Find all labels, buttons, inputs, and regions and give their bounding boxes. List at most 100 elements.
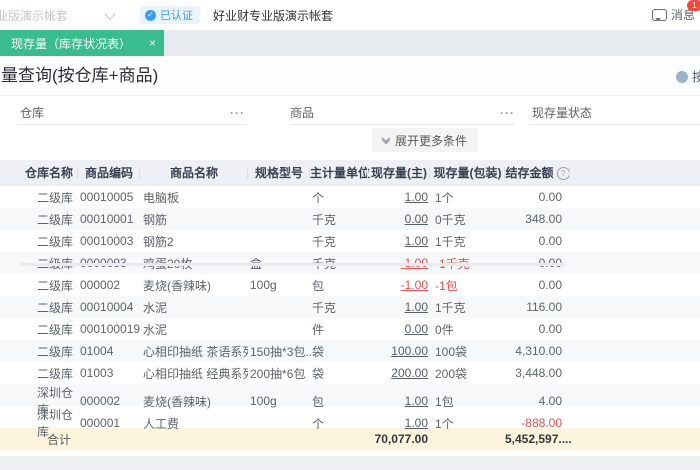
cell-warehouse-name: 二级库 — [37, 190, 74, 205]
table-row[interactable]: 二级库 000002 麦烧(香辣味) 100g 包 -1.00 -1包 0.00 — [0, 274, 700, 296]
cell-product-code: 00010001 — [80, 212, 134, 226]
cell-qty-main-link[interactable]: 1.00 — [368, 300, 430, 314]
cell-balance-amount: 0.00 — [538, 234, 562, 248]
expand-more-label: 展开更多条件 — [395, 133, 468, 148]
cell-warehouse-name: 二级库 — [37, 278, 74, 293]
cell-main-unit: 个 — [312, 190, 325, 205]
cell-qty-main-link[interactable]: 0.00 — [368, 322, 430, 336]
cell-product-code: 01004 — [80, 344, 114, 358]
cell-balance-amount: -888.00 — [521, 416, 562, 430]
cell-qty-main-link[interactable]: 1.00 — [368, 234, 430, 248]
header-main-unit[interactable]: 主计量单位 — [310, 160, 370, 186]
cell-product-code: 00010003 — [80, 234, 134, 248]
verified-badge: ✓ 已认证 — [140, 6, 200, 24]
header-spec-model[interactable]: 规格型号 — [248, 160, 310, 186]
table-row[interactable]: 二级库 00010005 电脑板 个 1.00 1个 0.00 — [0, 186, 700, 208]
header-balance-amount[interactable]: 结存金额? — [505, 160, 570, 186]
cell-balance-amount: 0.00 — [538, 190, 562, 204]
cell-product-name: 水泥 — [143, 322, 168, 337]
cell-qty-package: 1包 — [435, 394, 454, 409]
table-row[interactable]: 深圳仓库 000002 麦烧(香辣味) 100g 包 1.00 1包 4.00 — [0, 384, 700, 417]
table-row[interactable]: 二级库 01004 心相印抽纸 茶语系列 ... 150抽*3包... 袋 10… — [0, 340, 700, 362]
cell-warehouse-name: 二级库 — [37, 344, 74, 359]
header-product-code[interactable]: 商品编码 — [78, 160, 140, 186]
cell-product-name: 水泥 — [143, 300, 168, 315]
cell-main-unit: 千克 — [312, 212, 337, 227]
cell-qty-main-link[interactable]: 200.00 — [368, 366, 430, 380]
table-header-row: 仓库名称 商品编码 商品名称 规格型号 主计量单位 现存量(主) 现存量(包装)… — [0, 160, 700, 186]
cell-qty-package: 1个 — [435, 416, 454, 431]
table-row[interactable]: 二级库 00010004 水泥 千克 1.00 1千克 116.00 — [0, 296, 700, 318]
help-icon[interactable]: ? — [556, 167, 570, 180]
top-bar: 业版演示帐套 ✓ 已认证 好业财专业版演示帐套 消息 1 — [0, 0, 700, 30]
cell-main-unit: 袋 — [312, 366, 325, 381]
stock-table: 仓库名称 商品编码 商品名称 规格型号 主计量单位 现存量(主) 现存量(包装)… — [0, 160, 700, 450]
table-row[interactable]: 二级库 00010001 钢筋 千克 0.00 0千克 348.00 — [0, 208, 700, 230]
warehouse-filter-more-icon[interactable]: ··· — [230, 106, 245, 120]
cell-qty-package: 200袋 — [435, 366, 468, 381]
cell-balance-amount: 348.00 — [525, 212, 562, 226]
warehouse-filter-input[interactable]: 仓库 ··· — [20, 101, 245, 125]
layout-settings-link[interactable]: 按模 — [676, 68, 700, 85]
expand-more-conditions-button[interactable]: 展开更多条件 — [372, 128, 479, 152]
bottom-strip — [0, 456, 700, 470]
tab-bar: 现存量（库存状况表） × — [0, 30, 700, 56]
tab-current-stock[interactable]: 现存量（库存状况表） × — [0, 30, 164, 56]
cell-balance-amount: 116.00 — [526, 300, 562, 314]
cell-main-unit: 千克 — [312, 300, 337, 315]
table-row[interactable]: 二级库 00010003 钢筋2 千克 1.00 1千克 0.00 — [0, 230, 700, 252]
cell-product-name: 麦烧(香辣味) — [143, 278, 211, 293]
cell-balance-amount: 0.00 — [538, 278, 562, 292]
cell-qty-package: 1个 — [435, 190, 454, 205]
cell-qty-main-link[interactable]: 0.00 — [368, 212, 430, 226]
cell-main-unit: 件 — [312, 322, 325, 337]
cell-spec-model: 100g — [250, 394, 277, 408]
header-product-name[interactable]: 商品名称 — [140, 160, 248, 186]
cell-main-unit: 包 — [312, 278, 325, 293]
account-label: 业版演示帐套 — [0, 8, 69, 23]
cell-product-name: 电脑板 — [143, 190, 180, 205]
cell-spec-model: 150抽*3包... — [250, 344, 316, 359]
message-bubble-icon — [651, 8, 667, 21]
tab-close-icon[interactable]: × — [149, 36, 156, 50]
cell-main-unit: 包 — [312, 394, 325, 409]
cell-balance-amount: 4,310.00 — [515, 344, 562, 358]
cell-qty-package: -1包 — [435, 278, 458, 293]
filter-row: 仓库 ··· 商品 ··· 现存量状态 — [0, 96, 700, 128]
cell-qty-package: 100袋 — [435, 344, 468, 359]
cell-product-name: 麦烧(香辣味) — [143, 394, 211, 409]
cell-qty-main-link[interactable]: 100.00 — [368, 344, 430, 358]
product-filter-input[interactable]: 商品 ··· — [290, 101, 515, 125]
cell-product-code: 000001 — [80, 416, 121, 430]
header-qty-main[interactable]: 现存量(主) — [368, 160, 430, 186]
cell-product-name: 钢筋2 — [143, 234, 174, 249]
table-row[interactable]: 二级库 000100019 水泥 件 0.00 0件 0.00 — [0, 318, 700, 340]
header-warehouse-name[interactable]: 仓库名称 — [20, 160, 78, 186]
cell-qty-package: 0千克 — [435, 212, 466, 227]
horizontal-scrollbar[interactable] — [20, 263, 565, 266]
cell-product-code: 01003 — [80, 366, 114, 380]
cell-qty-main-link[interactable]: -1.00 — [368, 278, 430, 292]
cell-balance-amount: 3,448.00 — [515, 366, 562, 380]
cell-balance-amount: 4.00 — [538, 394, 562, 408]
cell-spec-model: 200抽*6包 — [250, 366, 306, 381]
cell-product-code: 000002 — [80, 394, 121, 408]
cell-qty-main-link[interactable]: 1.00 — [368, 416, 430, 430]
title-bar: 量查询(按仓库+商品) 按模 — [0, 56, 700, 96]
cell-warehouse-name: 二级库 — [37, 366, 74, 381]
cell-product-code: 000002 — [80, 278, 121, 292]
messages-button[interactable]: 消息 1 — [651, 0, 700, 23]
cell-spec-model: 100g — [250, 278, 277, 292]
cell-qty-main-link[interactable]: 1.00 — [368, 394, 430, 408]
layout-link-label: 按模 — [692, 70, 700, 84]
cell-product-name: 人工费 — [143, 416, 180, 431]
product-filter-more-icon[interactable]: ··· — [500, 106, 515, 120]
double-chevron-down-icon — [381, 133, 391, 145]
table-body: 二级库 00010005 电脑板 个 1.00 1个 0.00 二级库 0001… — [0, 186, 700, 439]
table-row[interactable]: 二级库 01003 心相印抽纸 经典系列 200抽*6包 袋 200.00 20… — [0, 362, 700, 384]
cell-qty-main-link[interactable]: 1.00 — [368, 190, 430, 204]
cell-main-unit: 袋 — [312, 344, 325, 359]
account-switcher[interactable]: 业版演示帐套 — [0, 7, 116, 24]
stock-status-filter-input[interactable]: 现存量状态 — [532, 101, 700, 125]
header-qty-package[interactable]: 现存量(包装) — [430, 160, 505, 186]
